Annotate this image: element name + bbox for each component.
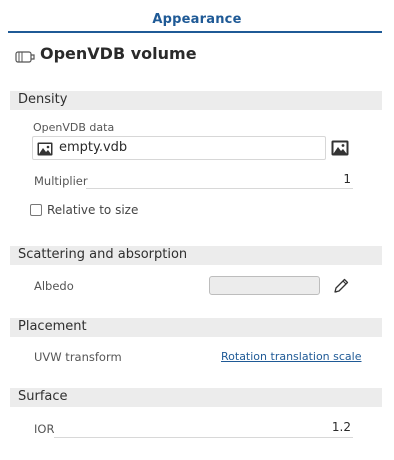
- section-header-scattering: Scattering and absorption: [10, 246, 382, 265]
- section-title: Surface: [18, 389, 68, 404]
- uvw-transform-link[interactable]: Rotation translation scale: [221, 350, 362, 363]
- section-title: Density: [18, 92, 68, 107]
- multiplier-underline: [86, 188, 353, 189]
- section-header-surface: Surface: [10, 388, 382, 407]
- albedo-label: Albedo: [34, 279, 74, 293]
- section-header-density: Density: [10, 91, 382, 110]
- ior-underline: [54, 437, 353, 438]
- multiplier-label: Multiplier: [34, 174, 88, 188]
- relative-to-size-checkbox[interactable]: [30, 204, 42, 216]
- ior-input[interactable]: 1.2: [300, 420, 351, 434]
- pencil-icon[interactable]: [332, 277, 350, 295]
- file-name: empty.vdb: [59, 140, 128, 155]
- relative-to-size-label[interactable]: Relative to size: [47, 203, 138, 217]
- browse-image-icon[interactable]: [331, 140, 351, 158]
- openvdb-volume-icon: [15, 48, 35, 67]
- multiplier-input[interactable]: 1: [300, 172, 351, 186]
- section-title: Placement: [18, 319, 87, 334]
- openvdb-data-label: OpenVDB data: [33, 121, 115, 134]
- albedo-color-swatch[interactable]: [209, 276, 320, 295]
- tab-appearance[interactable]: Appearance: [0, 12, 394, 27]
- section-title: Scattering and absorption: [18, 247, 188, 262]
- ior-label: IOR: [34, 422, 55, 436]
- tab-underline: [8, 31, 382, 33]
- page-title: OpenVDB volume: [40, 44, 197, 63]
- image-icon: [37, 141, 53, 160]
- uvw-transform-label: UVW transform: [34, 350, 122, 364]
- openvdb-file-field[interactable]: empty.vdb: [32, 136, 326, 160]
- section-header-placement: Placement: [10, 318, 382, 337]
